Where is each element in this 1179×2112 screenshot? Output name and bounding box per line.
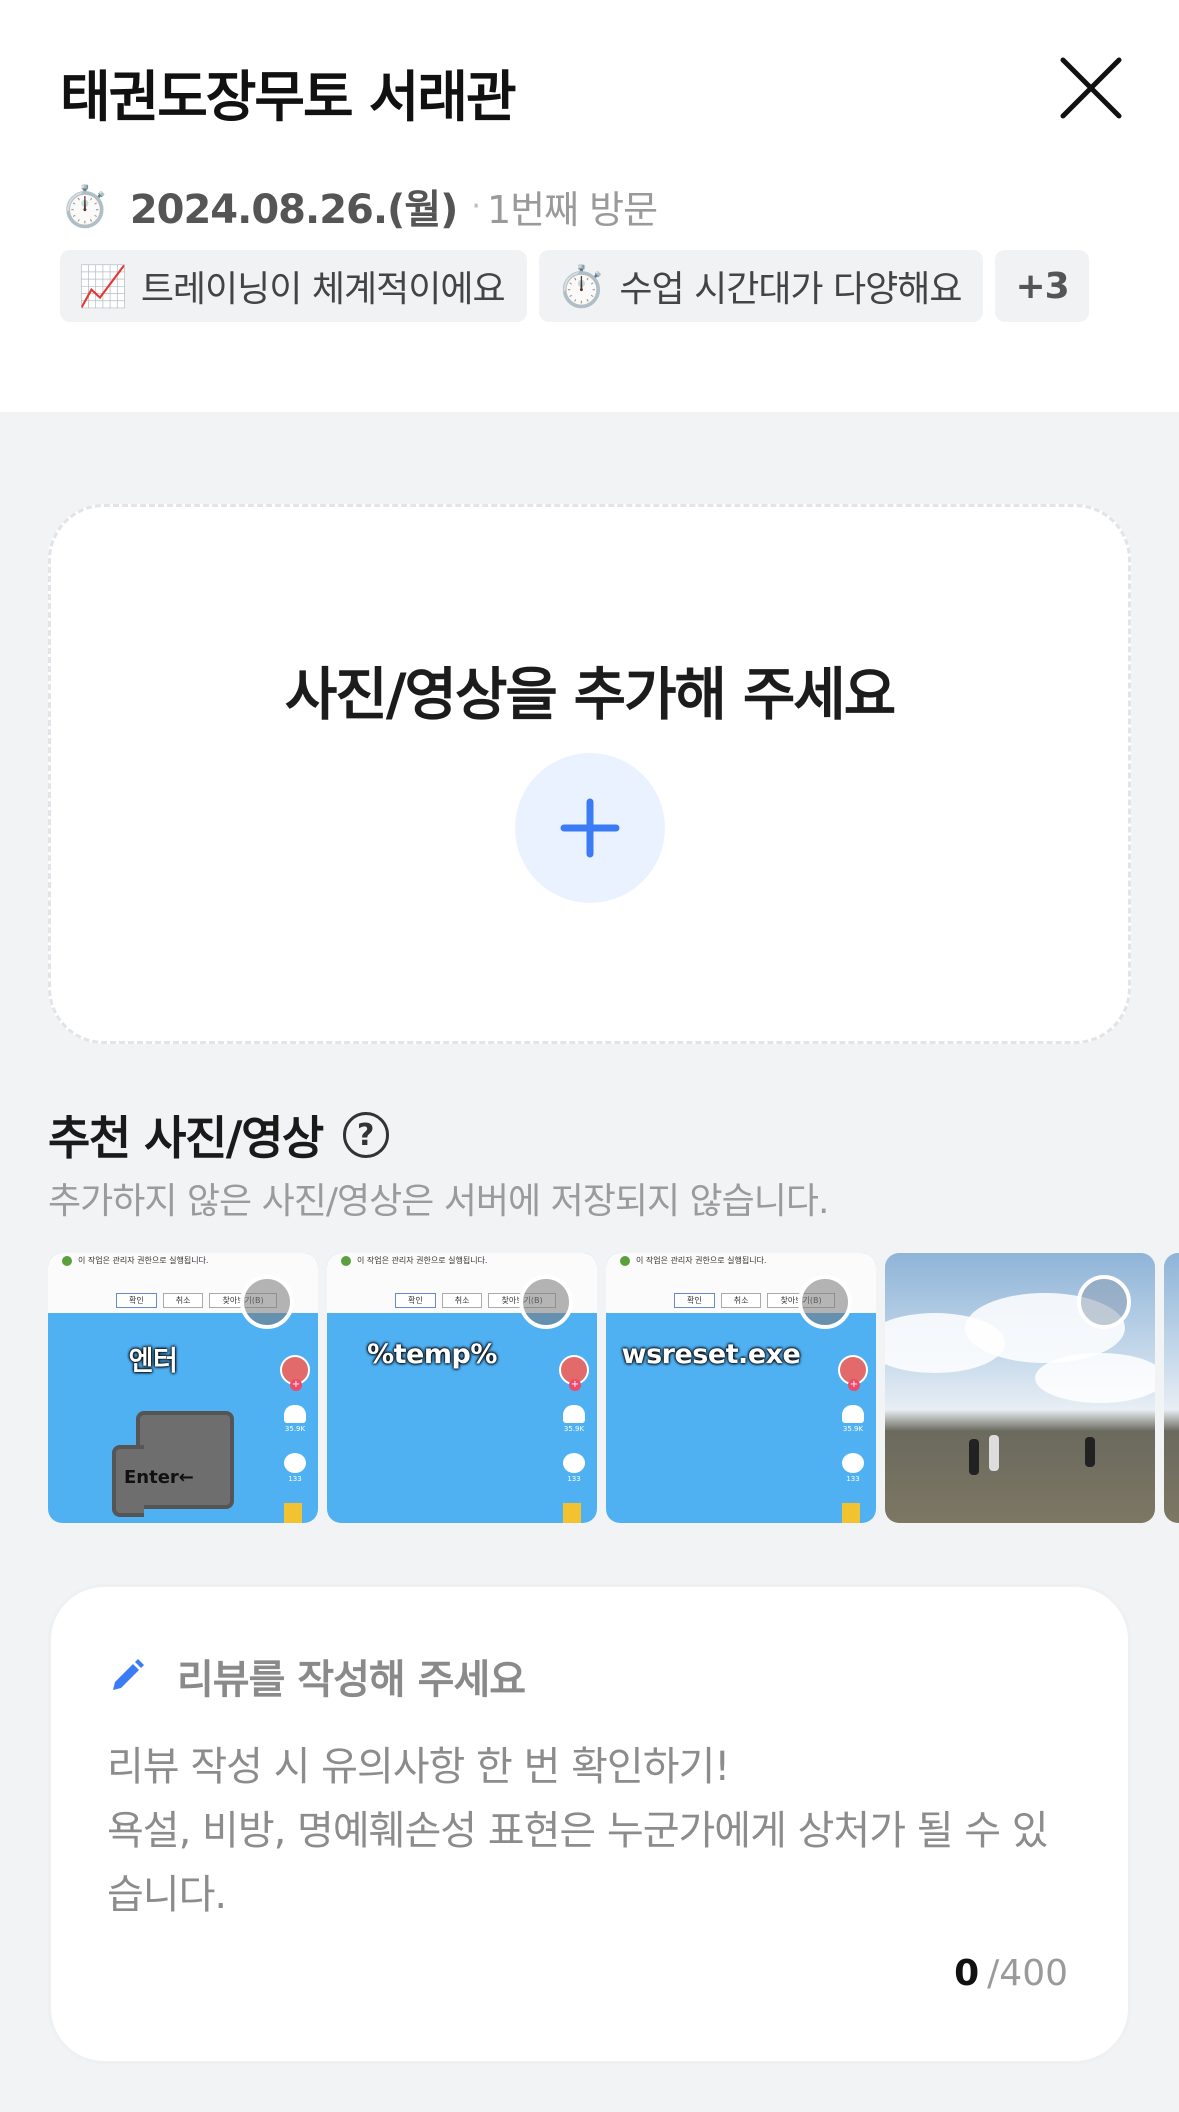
stopwatch-icon: ⏱️: [60, 183, 110, 230]
dialog-note: 이 작업은 관리자 권한으로 실행됩니다.: [78, 1256, 209, 1265]
avatar: [280, 1355, 310, 1391]
select-checkbox[interactable]: [798, 1275, 852, 1329]
bookmark-icon: [563, 1503, 581, 1523]
select-checkbox[interactable]: [519, 1275, 573, 1329]
like-count: 35.9K: [563, 1425, 585, 1433]
dialog-button: 확인: [395, 1293, 436, 1308]
close-button[interactable]: [1055, 52, 1127, 124]
visit-date: 2024.08.26.(월): [129, 187, 459, 233]
thumbnail-item[interactable]: 이 작업은 관리자 권한으로 실행됩니다. 확인 취소 찾아보기(B) %tem…: [327, 1253, 597, 1523]
thumbnail-caption: %temp%: [367, 1339, 497, 1370]
cloud-shape: [1035, 1353, 1155, 1403]
visit-info: ⏱️ 2024.08.26.(월) · 1번째 방문: [60, 178, 658, 234]
comment-count: 133: [846, 1475, 860, 1483]
shield-icon: [341, 1256, 351, 1266]
recommend-header: 추천 사진/영상 ?: [48, 1102, 389, 1168]
chip-label: 수업 시간대가 다양해요: [619, 269, 962, 310]
like-count: 35.9K: [284, 1425, 306, 1433]
social-sidebar: 35.9K 133: [559, 1355, 589, 1523]
person-figure: [969, 1439, 979, 1475]
character-max: /400: [987, 1953, 1068, 1994]
chart-up-icon: 📈: [78, 263, 128, 310]
keyword-chip[interactable]: 📈 트레이닝이 체계적이에요: [60, 250, 527, 322]
heart-icon: [563, 1405, 585, 1423]
thumbnail-item[interactable]: 이 작업은 관리자 권한으로 실행됩니다. 확인 취소 찾아보기(B) 엔터 E…: [48, 1253, 318, 1523]
review-textarea[interactable]: 리뷰 작성 시 유의사항 한 번 확인하기! 욕설, 비방, 명예훼손성 표현은…: [107, 1735, 1067, 1927]
heart-icon: [284, 1405, 306, 1423]
avatar: [838, 1355, 868, 1391]
key-label: Enter←: [124, 1467, 194, 1488]
comment-count: 133: [288, 1475, 302, 1483]
dialog-button: 확인: [116, 1293, 157, 1308]
add-media-title: 사진/영상을 추가해 주세요: [284, 662, 896, 728]
character-count: 0: [954, 1953, 980, 1994]
chip-label: 트레이닝이 체계적이에요: [140, 269, 506, 310]
like-count: 35.9K: [842, 1425, 864, 1433]
separator-dot: ·: [471, 188, 481, 224]
add-media-card[interactable]: 사진/영상을 추가해 주세요: [48, 504, 1131, 1044]
select-checkbox[interactable]: [1077, 1275, 1131, 1329]
dialog-note: 이 작업은 관리자 권한으로 실행됩니다.: [636, 1256, 767, 1265]
person-figure: [1085, 1437, 1095, 1467]
review-prompt: 리뷰를 작성해 주세요: [177, 1657, 526, 1703]
shield-icon: [620, 1256, 630, 1266]
character-counter: 0/400: [954, 1953, 1068, 1994]
person-figure: [989, 1435, 999, 1471]
visit-count: 1번째 방문: [486, 187, 658, 232]
social-sidebar: 35.9K 133: [838, 1355, 868, 1523]
add-media-button[interactable]: [515, 753, 665, 903]
comment-icon: [563, 1453, 585, 1473]
comment-icon: [284, 1453, 306, 1473]
pencil-icon: [113, 1659, 144, 1690]
more-keywords-chip[interactable]: +3: [995, 250, 1089, 322]
recommend-thumbnails: 이 작업은 관리자 권한으로 실행됩니다. 확인 취소 찾아보기(B) 엔터 E…: [48, 1253, 1179, 1523]
dialog-note: 이 작업은 관리자 권한으로 실행됩니다.: [357, 1256, 488, 1265]
bookmark-icon: [284, 1503, 302, 1523]
thumbnail-photo[interactable]: [1164, 1253, 1179, 1523]
plus-icon: [560, 798, 620, 858]
thumbnail-caption: wsreset.exe: [621, 1339, 801, 1370]
social-sidebar: 35.9K 133: [280, 1355, 310, 1523]
dialog-button: 확인: [674, 1293, 715, 1308]
keyword-chips: 📈 트레이닝이 체계적이에요 ⏱️ 수업 시간대가 다양해요 +3: [60, 250, 1089, 322]
review-card[interactable]: 리뷰를 작성해 주세요 리뷰 작성 시 유의사항 한 번 확인하기! 욕설, 비…: [48, 1584, 1131, 2064]
avatar: [559, 1355, 589, 1391]
heart-icon: [842, 1405, 864, 1423]
keyword-chip[interactable]: ⏱️ 수업 시간대가 다양해요: [538, 250, 984, 322]
thumbnail-photo[interactable]: [885, 1253, 1155, 1523]
review-header: 리뷰를 작성해 주세요: [107, 1647, 526, 1705]
bookmark-icon: [842, 1503, 860, 1523]
recommend-title: 추천 사진/영상: [48, 1111, 324, 1165]
help-icon[interactable]: ?: [342, 1112, 389, 1158]
thumbnail-caption: 엔터: [128, 1346, 178, 1377]
thumbnail-item[interactable]: 이 작업은 관리자 권한으로 실행됩니다. 확인 취소 찾아보기(B) wsre…: [606, 1253, 876, 1523]
comment-count: 133: [567, 1475, 581, 1483]
comment-icon: [842, 1453, 864, 1473]
enter-key-image: Enter←: [112, 1411, 234, 1517]
dialog-button: 취소: [441, 1293, 483, 1308]
shield-icon: [62, 1256, 72, 1266]
close-icon: [1060, 57, 1122, 119]
page-title: 태권도장무토 서래관: [60, 65, 517, 129]
stopwatch-icon: ⏱️: [556, 263, 607, 310]
visit-header: 태권도장무토 서래관 ⏱️ 2024.08.26.(월) · 1번째 방문 📈 …: [0, 0, 1179, 412]
recommend-subtitle: 추가하지 않은 사진/영상은 서버에 저장되지 않습니다.: [48, 1181, 829, 1222]
dialog-button: 취소: [162, 1293, 204, 1308]
dialog-button: 취소: [720, 1293, 762, 1308]
select-checkbox[interactable]: [240, 1275, 294, 1329]
